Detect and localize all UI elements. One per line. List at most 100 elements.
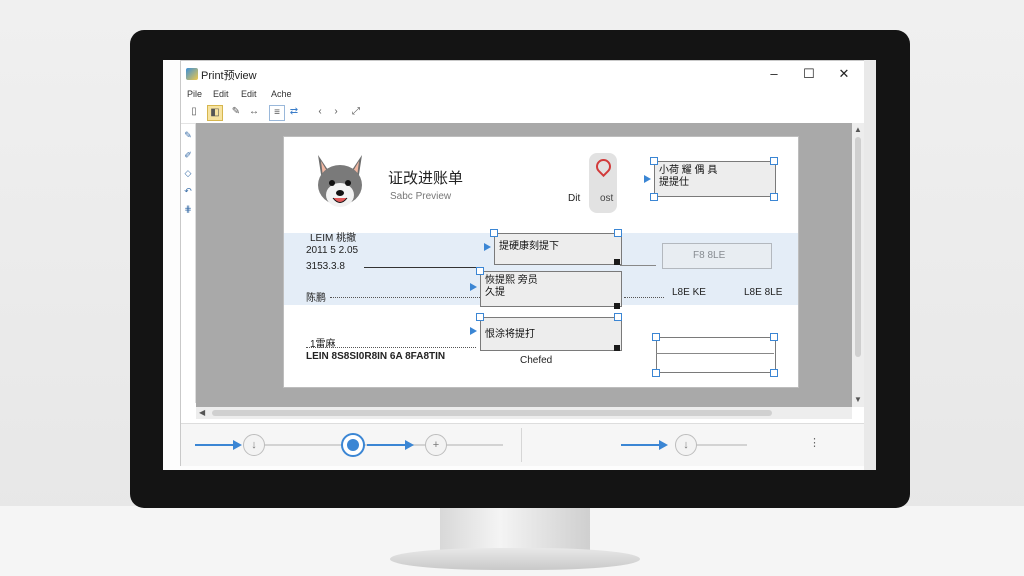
layers-icon[interactable]: ◇ (182, 167, 194, 179)
back-icon[interactable]: ‹ (313, 105, 327, 119)
resize-handle[interactable] (770, 333, 778, 341)
rule-line (656, 353, 774, 354)
footer-label: Chefed (520, 355, 553, 366)
maximize-button[interactable]: ☐ (798, 64, 820, 84)
document-page: 证改进账单 Sabc Preview Dit ost LEIM 桃撤 2011 … (284, 137, 798, 387)
more-icon[interactable]: ⋮ (809, 436, 820, 449)
background-window-edge (864, 60, 876, 470)
resize-handle[interactable] (650, 193, 658, 201)
resize-icon[interactable]: ⤢ (349, 105, 363, 119)
right-bottom-field[interactable] (656, 337, 776, 373)
resize-handle[interactable] (614, 313, 622, 321)
select-icon[interactable]: ≡ (269, 105, 285, 121)
center-field-2-text: 恢提熙 旁员 久提 (485, 275, 538, 298)
vertical-scrollbar[interactable]: ▲ ▼ (852, 123, 864, 407)
zoom-out-button[interactable]: ↓ (243, 434, 265, 456)
dotted-leader (330, 297, 480, 298)
divider (521, 428, 522, 462)
screen: Print预view – ☐ ✕ Pile Edit Edit Ache ▯ ◧… (163, 60, 876, 470)
print-preview-window: Print预view – ☐ ✕ Pile Edit Edit Ache ▯ ◧… (180, 60, 866, 466)
marker-label: Dit (568, 193, 581, 204)
preview-canvas: 证改进账单 Sabc Preview Dit ost LEIM 桃撤 2011 … (196, 123, 852, 407)
pen-icon[interactable]: ✎ (182, 129, 194, 141)
print-icon[interactable]: ◧ (207, 105, 223, 121)
anchor-marker (470, 283, 477, 291)
left-line-4: 陈鹏 (306, 293, 326, 304)
horizontal-scrollbar[interactable]: ◀ (196, 407, 852, 419)
left-line-1: LEIM 桃撤 (310, 233, 357, 244)
arrow-pointer (195, 444, 235, 446)
arrow-pointer-head (659, 440, 668, 450)
tool-sidebar: ✎ ✐ ◇ ↶ ⋕ (181, 123, 196, 403)
title-bar: Print预view – ☐ ✕ (181, 61, 865, 87)
center-field-1[interactable]: 提硬康刻提下 (494, 233, 622, 265)
app-icon (186, 68, 198, 80)
rule-line (364, 267, 484, 268)
menu-file[interactable]: Pile (187, 89, 202, 99)
resize-handle[interactable] (476, 267, 484, 275)
resize-handle[interactable] (614, 303, 620, 309)
menu-edit[interactable]: Edit (213, 89, 229, 99)
anchor-marker (484, 243, 491, 251)
horizontal-scroll-thumb[interactable] (212, 410, 772, 416)
wolf-logo (318, 155, 362, 207)
window-title: Print预view (201, 70, 257, 82)
menu-bar: Pile Edit Edit Ache (181, 87, 865, 103)
scroll-up-icon[interactable]: ▲ (854, 125, 862, 134)
document-title: 证改进账单 (388, 170, 464, 187)
arrow-icon[interactable]: ↔ (247, 105, 261, 119)
resize-handle[interactable] (770, 157, 778, 165)
page-slider-track[interactable] (693, 444, 747, 446)
left-line-6: LEIN 8S8SI0R8IN 6A 8FA8TIN (306, 351, 446, 362)
link-icon[interactable]: ⇄ (287, 105, 301, 119)
right-faded-field-text: F8 8LE (693, 250, 726, 261)
center-field-3[interactable]: 恨涂将提打 (480, 317, 622, 351)
resize-handle[interactable] (490, 229, 498, 237)
marker-value: ost (600, 193, 614, 204)
zoom-bar: ↓ + ↓ ⋮ (181, 423, 865, 466)
resize-handle[interactable] (614, 229, 622, 237)
page-down-button[interactable]: ↓ (675, 434, 697, 456)
rule-line (620, 265, 656, 266)
dotted-leader (306, 347, 476, 348)
scroll-left-icon[interactable]: ◀ (199, 408, 205, 417)
forward-icon[interactable]: › (329, 105, 343, 119)
close-button[interactable]: ✕ (833, 64, 855, 84)
minimize-button[interactable]: – (763, 64, 785, 84)
right-middle-label: L8E KE (672, 287, 706, 298)
grid-icon[interactable]: ⋕ (182, 203, 194, 215)
open-icon[interactable]: ▯ (187, 105, 201, 119)
right-top-field[interactable]: 小荷 耀 偶 具 提提仕 (654, 161, 776, 197)
zoom-slider-thumb[interactable] (341, 433, 365, 457)
right-top-field-text: 小荷 耀 偶 具 提提仕 (659, 165, 718, 188)
arrow-pointer (367, 444, 407, 446)
arrow-pointer (621, 444, 661, 446)
resize-handle[interactable] (614, 345, 620, 351)
zoom-in-button[interactable]: + (425, 434, 447, 456)
map-pin-marker (589, 153, 617, 213)
brush-icon[interactable]: ✐ (182, 149, 194, 161)
vertical-scroll-thumb[interactable] (855, 137, 861, 357)
center-field-2[interactable]: 恢提熙 旁员 久提 (480, 271, 622, 307)
resize-handle[interactable] (652, 333, 660, 341)
arrow-pointer-head (405, 440, 414, 450)
resize-handle[interactable] (770, 193, 778, 201)
menu-help[interactable]: Ache (271, 89, 292, 99)
center-field-3-text: 恨涂将提打 (485, 329, 535, 340)
right-middle-value: L8E 8LE (744, 287, 783, 298)
document-subtitle: Sabc Preview (390, 191, 452, 202)
resize-handle[interactable] (650, 157, 658, 165)
pen-icon[interactable]: ✎ (229, 105, 243, 119)
anchor-marker (470, 327, 477, 335)
dotted-leader (624, 297, 664, 298)
arrow-pointer-head (233, 440, 242, 450)
resize-handle[interactable] (476, 313, 484, 321)
undo-icon[interactable]: ↶ (182, 185, 194, 197)
toolbar: ▯ ◧ ✎ ↔ ≡ ⇄ ‹ › ⤢ (181, 103, 865, 124)
left-line-3: 3153.3.8 (306, 261, 345, 272)
scroll-down-icon[interactable]: ▼ (854, 395, 862, 404)
resize-handle[interactable] (770, 369, 778, 377)
resize-handle[interactable] (652, 369, 660, 377)
right-faded-field[interactable]: F8 8LE (662, 243, 772, 269)
menu-view[interactable]: Edit (241, 89, 257, 99)
